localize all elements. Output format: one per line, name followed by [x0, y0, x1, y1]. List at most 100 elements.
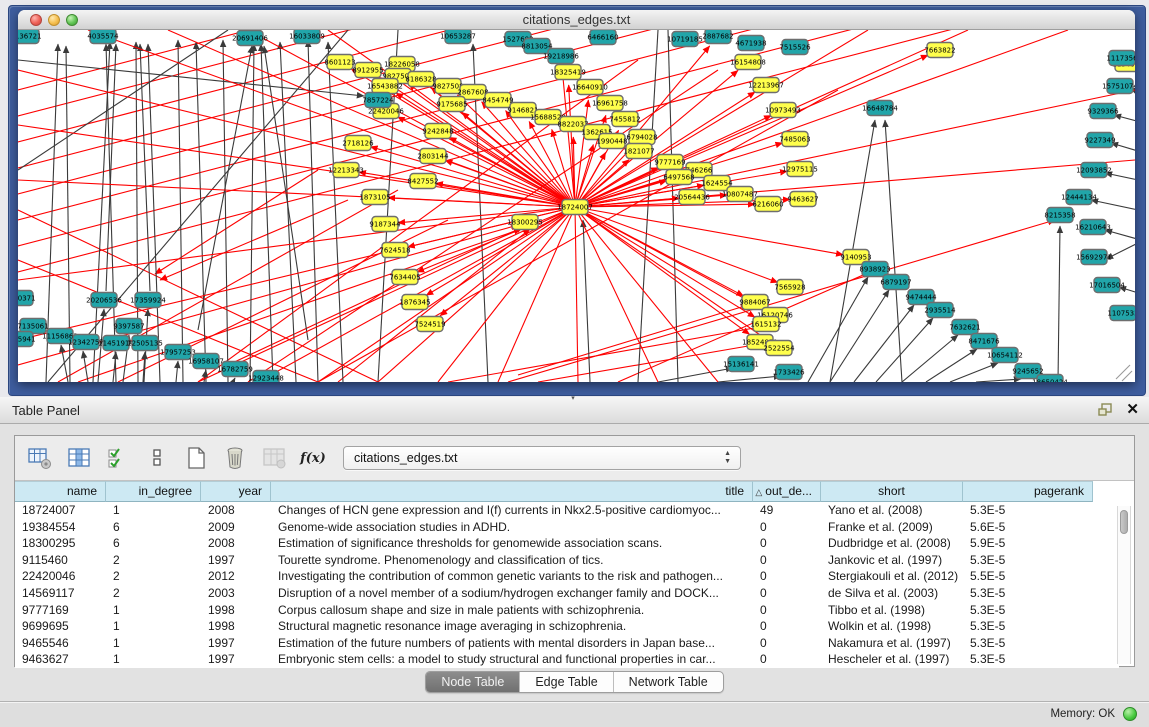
- graph-node[interactable]: 9463627: [787, 192, 818, 207]
- graph-node[interactable]: 7624518: [379, 243, 410, 258]
- graph-node[interactable]: 20691406: [232, 31, 268, 46]
- graph-node[interactable]: 16640910: [572, 80, 608, 95]
- graph-node[interactable]: 2803144: [417, 149, 449, 164]
- float-panel-icon[interactable]: [1098, 403, 1114, 417]
- row-height-icon[interactable]: [143, 444, 171, 472]
- graph-node[interactable]: 1821077: [623, 144, 654, 159]
- table-row[interactable]: 2242004622012Investigating the contribut…: [15, 568, 1119, 585]
- table-row[interactable]: 946554611997Estimation of the future num…: [15, 635, 1119, 652]
- graph-node[interactable]: 7524519: [414, 317, 445, 332]
- graph-node[interactable]: 16543882: [367, 79, 403, 94]
- graph-node[interactable]: 7634405: [389, 270, 420, 285]
- graph-node[interactable]: 16648784: [862, 101, 898, 116]
- graph-node[interactable]: 2522554: [763, 341, 795, 356]
- show-column-icon[interactable]: [65, 444, 93, 472]
- graph-node[interactable]: 1733426: [773, 365, 805, 380]
- graph-node[interactable]: 4671938: [735, 36, 766, 51]
- graph-node[interactable]: 6497568: [663, 170, 694, 185]
- tab-node-table[interactable]: Node Table: [426, 672, 520, 692]
- graph-node[interactable]: 8136721: [18, 30, 42, 44]
- graph-node[interactable]: 7515526: [779, 40, 811, 55]
- new-table-icon[interactable]: [182, 444, 210, 472]
- table-row[interactable]: 1872400712008Changes of HCN gene express…: [15, 502, 1119, 519]
- select-rows-icon[interactable]: [104, 444, 132, 472]
- delete-table-icon[interactable]: [221, 444, 249, 472]
- graph-node[interactable]: 1615132: [750, 317, 781, 332]
- table-selector-dropdown[interactable]: citations_edges.txt ▲▼: [343, 446, 741, 470]
- graph-node[interactable]: 1107533: [1107, 306, 1135, 321]
- table-row[interactable]: 969969511998Structural magnetic resonanc…: [15, 618, 1119, 635]
- graph-node[interactable]: 7485063: [779, 132, 810, 147]
- graph-node[interactable]: 2718126: [342, 136, 374, 151]
- graph-node[interactable]: 10973493: [765, 103, 801, 118]
- network-canvas[interactable]: 1830029586011238912955182260589827503165…: [18, 30, 1135, 382]
- graph-node[interactable]: 9187344: [369, 217, 401, 232]
- graph-node[interactable]: 8427552: [407, 174, 438, 189]
- graph-node[interactable]: 9227349: [1084, 133, 1115, 148]
- table-scrollbar[interactable]: [1117, 506, 1131, 664]
- column-header-short[interactable]: short: [821, 481, 963, 502]
- table-row[interactable]: 977716911998Corpus callosum shape and si…: [15, 602, 1119, 619]
- graph-node[interactable]: 8912955: [352, 63, 383, 78]
- graph-node[interactable]: 1990448: [596, 134, 627, 149]
- graph-node[interactable]: 10653287: [440, 30, 476, 44]
- table-row[interactable]: 1456911722003Disruption of a novel membe…: [15, 585, 1119, 602]
- function-builder-icon[interactable]: f(x): [299, 444, 327, 472]
- graph-node[interactable]: 20206536: [86, 293, 122, 308]
- graph-node[interactable]: 16961758: [592, 96, 628, 111]
- graph-node[interactable]: 12213343: [328, 163, 364, 178]
- graph-node[interactable]: 1873105: [359, 190, 390, 205]
- graph-node[interactable]: 2935514: [924, 303, 956, 318]
- graph-node[interactable]: 10719185: [667, 32, 703, 47]
- graph-node[interactable]: 6466160: [587, 30, 618, 45]
- splitter-handle[interactable]: ▾: [568, 396, 578, 401]
- graph-node[interactable]: 3915941: [18, 332, 36, 347]
- graph-node[interactable]: 4035574: [87, 30, 119, 44]
- table-scrollbar-thumb[interactable]: [1120, 510, 1128, 534]
- graph-node[interactable]: 9397587: [113, 319, 144, 334]
- graph-node[interactable]: 12923448: [248, 371, 284, 383]
- graph-node[interactable]: 2500371: [18, 291, 36, 306]
- graph-node[interactable]: 20564436: [674, 190, 710, 205]
- graph-node[interactable]: 9242848: [422, 124, 453, 139]
- graph-node[interactable]: 1117356: [1106, 51, 1135, 66]
- graph-node[interactable]: 12505135: [127, 336, 163, 351]
- graph-node[interactable]: 9175685: [436, 97, 467, 112]
- graph-node[interactable]: 7632621: [949, 320, 980, 335]
- tab-network-table[interactable]: Network Table: [614, 672, 723, 692]
- graph-node[interactable]: 7565928: [774, 280, 805, 295]
- column-header-in-degree[interactable]: in_degree: [106, 481, 201, 502]
- graph-node[interactable]: 17016504: [1089, 278, 1125, 293]
- graph-node[interactable]: 16154808: [730, 55, 766, 70]
- graph-node[interactable]: 15692971: [1076, 250, 1112, 265]
- graph-node[interactable]: 18300295: [507, 215, 543, 230]
- column-header-year[interactable]: year: [201, 481, 271, 502]
- table-row[interactable]: 911546021997Tourette syndrome. Phenomeno…: [15, 552, 1119, 569]
- tab-edge-table[interactable]: Edge Table: [520, 672, 613, 692]
- network-graph[interactable]: 1830029586011238912955182260589827503165…: [18, 30, 1135, 382]
- graph-node[interactable]: 6879197: [880, 275, 911, 290]
- graph-node[interactable]: 17359924: [130, 293, 166, 308]
- graph-node[interactable]: 9329366: [1087, 104, 1119, 119]
- window-titlebar[interactable]: citations_edges.txt: [18, 10, 1135, 30]
- table-settings-icon[interactable]: [26, 444, 54, 472]
- graph-node[interactable]: 6216060: [752, 197, 783, 212]
- table-row[interactable]: 1830029562008Estimation of significance …: [15, 535, 1119, 552]
- graph-node[interactable]: 8454749: [482, 93, 513, 108]
- column-header-name[interactable]: name: [15, 481, 106, 502]
- graph-node[interactable]: 10807487: [722, 187, 758, 202]
- graph-node[interactable]: 12213967: [748, 78, 784, 93]
- graph-node[interactable]: 15751074: [1102, 79, 1135, 94]
- graph-node[interactable]: 7455812: [609, 112, 640, 127]
- table-row[interactable]: 946362711997Embryonic stem cells: a mode…: [15, 651, 1119, 668]
- graph-node[interactable]: 7857224: [362, 93, 394, 108]
- graph-node[interactable]: 7663822: [924, 43, 955, 58]
- graph-node[interactable]: 8471676: [968, 334, 1000, 349]
- column-header-out-de-[interactable]: △out_de...: [753, 481, 821, 502]
- graph-node[interactable]: 16033809: [289, 30, 325, 44]
- graph-node[interactable]: 8601123: [324, 55, 355, 70]
- column-header-pagerank[interactable]: pagerank: [963, 481, 1093, 502]
- column-header-title[interactable]: title: [271, 481, 753, 502]
- graph-node[interactable]: 19218986: [543, 49, 579, 64]
- graph-node[interactable]: 15136141: [723, 357, 759, 372]
